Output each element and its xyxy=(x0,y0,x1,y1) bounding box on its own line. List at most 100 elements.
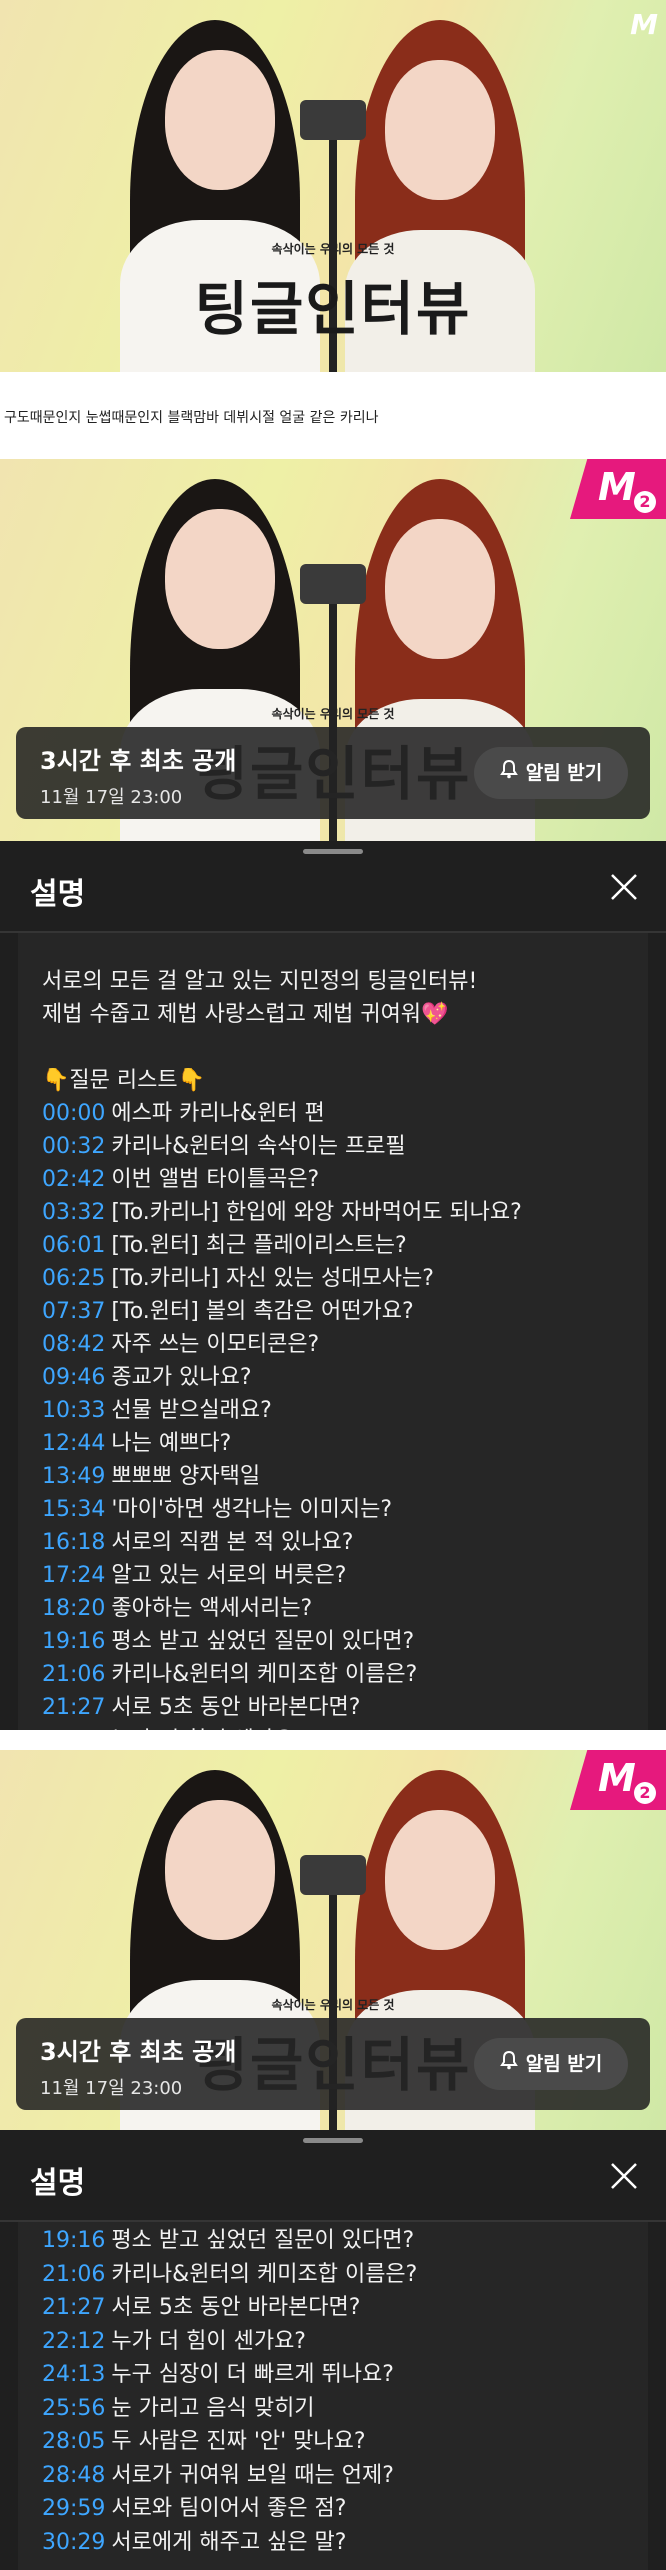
chapter-timestamp-link[interactable]: 30:29 xyxy=(42,2530,105,2555)
thumbnail-title: 팅글인터뷰 xyxy=(194,275,472,343)
chapter-timestamp-link[interactable]: 21:27 xyxy=(42,1695,105,1720)
chapter-timestamp-link[interactable]: 22:12 xyxy=(42,2329,105,2354)
chapter-label: 뽀뽀뽀 양자택일 xyxy=(111,1464,261,1489)
chapter-timestamp-link[interactable]: 09:46 xyxy=(42,1365,105,1390)
chapter-timestamp-link[interactable]: 08:42 xyxy=(42,1332,105,1357)
chapter-timestamp-link[interactable]: 21:06 xyxy=(42,1662,105,1687)
chapter-timestamp-link[interactable]: 00:00 xyxy=(42,1101,105,1126)
description-intro: 서로의 모든 걸 알고 있는 지민정의 팅글인터뷰! xyxy=(42,969,478,994)
chapter-label: 누가 더 힘이 센가요? xyxy=(111,2328,306,2354)
chapter-item: 13:49 뽀뽀뽀 양자택일 xyxy=(42,1458,260,1490)
channel-logo-badge: 2 xyxy=(634,1782,656,1804)
chapter-timestamp-link[interactable]: 18:20 xyxy=(42,1596,105,1621)
drag-handle[interactable] xyxy=(303,849,363,854)
thumbnail-art xyxy=(385,1810,495,1950)
description-panel: 설명 서로의 모든 걸 알고 있는 지민정의 팅글인터뷰! 제법 수줍고 제법 … xyxy=(0,841,666,1753)
thumbnail-subtitle: 속삭이는 우리의 모든 것 xyxy=(271,707,395,721)
thumbnail-art xyxy=(165,1800,275,1940)
chapter-timestamp-link[interactable]: 16:18 xyxy=(42,1530,105,1555)
premiere-title: 3시간 후 최초 공개 xyxy=(40,747,237,775)
video-thumbnail[interactable]: 속삭이는 우리의 모든 것 팅글인터뷰 M 2 3시간 후 최초 공개 11월 … xyxy=(0,1750,666,2130)
chapter-item: 19:16 평소 받고 싶었던 질문이 있다면? xyxy=(42,1623,414,1655)
chapter-label: [To.카리나] 자신 있는 성대모사는? xyxy=(111,1266,434,1291)
chapter-timestamp-link[interactable]: 25:56 xyxy=(42,2396,105,2421)
close-icon[interactable] xyxy=(606,2158,642,2194)
chapter-label: 평소 받고 싶었던 질문이 있다면? xyxy=(111,2228,415,2253)
chapter-timestamp-link[interactable]: 13:49 xyxy=(42,1464,105,1489)
chapter-item: 06:01 [To.윈터] 최근 플레이리스트는? xyxy=(42,1227,407,1259)
drag-handle[interactable] xyxy=(303,2138,363,2143)
chapter-item: 25:56 눈 가리고 음식 맞히기 xyxy=(42,2390,315,2422)
close-icon[interactable] xyxy=(606,869,642,905)
chapter-item: 24:13 누구 심장이 더 빠르게 뛰나요? xyxy=(42,2356,394,2388)
chapter-timestamp-link[interactable]: 19:16 xyxy=(42,2228,105,2253)
chapter-label: 종교가 있나요? xyxy=(111,1365,252,1390)
chapter-timestamp-link[interactable]: 21:27 xyxy=(42,2295,105,2320)
thumbnail-art xyxy=(385,60,495,200)
chapter-label: 서로 5초 동안 바라본다면? xyxy=(111,2295,361,2320)
chapter-label: 누구 심장이 더 빠르게 뛰나요? xyxy=(111,2362,394,2387)
description-body: 서로의 모든 걸 알고 있는 지민정의 팅글인터뷰! 제법 수줍고 제법 사랑스… xyxy=(18,933,648,1753)
chapter-timestamp-link[interactable]: 21:06 xyxy=(42,2262,105,2287)
video-thumbnail[interactable]: 속삭이는 우리의 모든 것 팅글인터뷰 M 2 3시간 후 최초 공개 11월 … xyxy=(0,459,666,841)
divider xyxy=(0,1730,666,1750)
premiere-banner: 3시간 후 최초 공개 11월 17일 23:00 알림 받기 xyxy=(16,727,650,819)
notify-button[interactable]: 알림 받기 xyxy=(474,2038,628,2090)
chapter-item: 12:44 나는 예쁘다? xyxy=(42,1425,231,1457)
chapter-timestamp-link[interactable]: 15:34 xyxy=(42,1497,105,1522)
chapter-label: 눈 가리고 음식 맞히기 xyxy=(111,2395,315,2421)
chapter-label: 서로에게 해주고 싶은 말? xyxy=(111,2529,347,2555)
chapter-item: 00:32 카리나&윈터의 속삭이는 프로필 xyxy=(42,1128,406,1160)
chapter-timestamp-link[interactable]: 29:59 xyxy=(42,2496,105,2521)
chapter-label: 서로가 귀여워 보일 때는 언제? xyxy=(111,2462,394,2488)
chapter-timestamp-link[interactable]: 28:48 xyxy=(42,2463,105,2488)
chapter-timestamp-link[interactable]: 19:16 xyxy=(42,1629,105,1654)
channel-logo: M xyxy=(630,8,658,41)
chapter-timestamp-link[interactable]: 17:24 xyxy=(42,1563,105,1588)
chapter-item: 21:06 카리나&윈터의 케미조합 이름은? xyxy=(42,2256,417,2288)
chapter-timestamp-link[interactable]: 06:25 xyxy=(42,1266,105,1291)
channel-logo-letter: M xyxy=(598,465,636,509)
chapter-timestamp-link[interactable]: 12:44 xyxy=(42,1431,105,1456)
chapter-item: 30:29 서로에게 해주고 싶은 말? xyxy=(42,2524,346,2556)
microphone-art xyxy=(300,564,366,604)
channel-logo-badge: 2 xyxy=(634,491,656,513)
chapter-timestamp-link[interactable]: 06:01 xyxy=(42,1233,105,1258)
chapter-label: 나는 예쁘다? xyxy=(111,1431,232,1456)
chapter-label: 카리나&윈터의 케미조합 이름은? xyxy=(111,2261,418,2287)
chapter-label: 평소 받고 싶었던 질문이 있다면? xyxy=(111,1629,415,1654)
chapter-label: 두 사람은 진짜 '안' 맞나요? xyxy=(111,2429,366,2454)
chapter-item: 03:32 [To.카리나] 한입에 와앙 자바먹어도 되나요? xyxy=(42,1194,522,1226)
chapter-label: 선물 받으실래요? xyxy=(111,1398,272,1423)
chapter-timestamp-link[interactable]: 07:37 xyxy=(42,1299,105,1324)
chapter-item: 09:46 종교가 있나요? xyxy=(42,1359,252,1391)
description-body-scrolled[interactable]: 19:16 평소 받고 싶었던 질문이 있다면? 21:06 카리나&윈터의 케미조합… xyxy=(18,2222,648,2570)
thumbnail-art xyxy=(165,509,275,649)
chapter-item: 06:25 [To.카리나] 자신 있는 성대모사는? xyxy=(42,1260,434,1292)
thumbnail-subtitle: 속삭이는 우리의 모든 것 xyxy=(271,242,395,256)
chapter-label: [To.윈터] 볼의 촉감은 어떤가요? xyxy=(111,1299,414,1324)
chapter-item: 17:24 알고 있는 서로의 버릇은? xyxy=(42,1557,346,1589)
chapter-timestamp-link[interactable]: 28:05 xyxy=(42,2429,105,2454)
chapter-timestamp-link[interactable]: 02:42 xyxy=(42,1167,105,1192)
chapter-label: 서로의 직캠 본 적 있나요? xyxy=(111,1530,354,1555)
panel-title: 설명 xyxy=(30,2166,86,2201)
chapter-timestamp-link[interactable]: 24:13 xyxy=(42,2362,105,2387)
chapter-item: 28:05 두 사람은 진짜 '안' 맞나요? xyxy=(42,2423,366,2455)
thumbnail-subtitle: 속삭이는 우리의 모든 것 xyxy=(271,1998,395,2012)
premiere-date: 11월 17일 23:00 xyxy=(40,2078,183,2099)
chapter-label: 에스파 카리나&윈터 편 xyxy=(111,1101,325,1126)
chapter-timestamp-link[interactable]: 10:33 xyxy=(42,1398,105,1423)
thumbnail-art xyxy=(385,519,495,659)
chapter-item: 02:42 이번 앨범 타이틀곡은? xyxy=(42,1161,319,1193)
chapter-item: 16:18 서로의 직캠 본 적 있나요? xyxy=(42,1524,353,1556)
video-thumbnail[interactable]: 속삭이는 우리의 모든 것 팅글인터뷰 M xyxy=(0,0,666,372)
chapter-timestamp-link[interactable]: 03:32 xyxy=(42,1200,105,1225)
chapter-label: 카리나&윈터의 속삭이는 프로필 xyxy=(111,1134,406,1159)
panel-title: 설명 xyxy=(30,877,86,912)
channel-logo: M 2 xyxy=(570,459,666,519)
chapter-item: 21:06 카리나&윈터의 케미조합 이름은? xyxy=(42,1656,417,1688)
chapter-timestamp-link[interactable]: 00:32 xyxy=(42,1134,105,1159)
notify-button[interactable]: 알림 받기 xyxy=(474,747,628,799)
chapter-item: 19:16 평소 받고 싶었던 질문이 있다면? xyxy=(42,2222,414,2254)
